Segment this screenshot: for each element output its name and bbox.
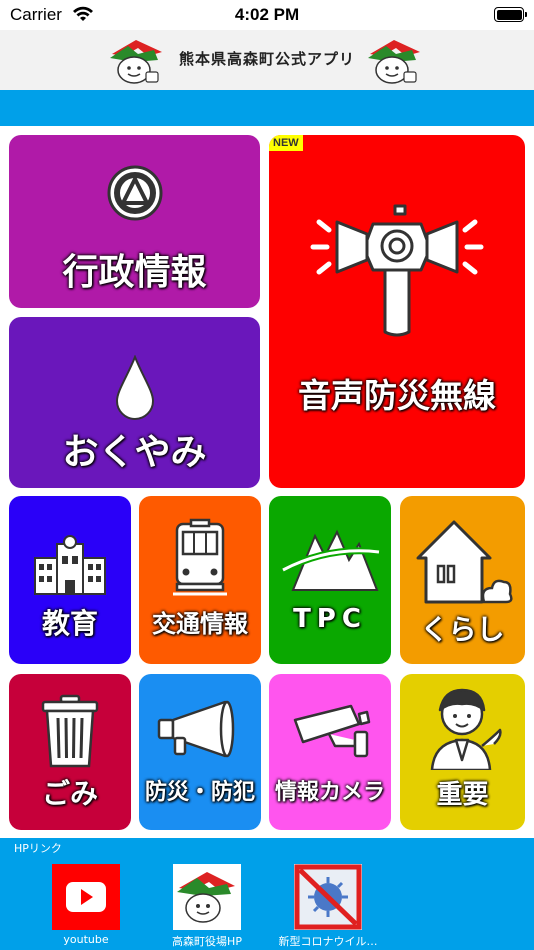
app-title: 熊本県高森町公式アプリ [178, 50, 355, 68]
link-youtube[interactable]: youtube [31, 862, 141, 948]
tile-kyoiku-label: 教育 [41, 607, 98, 640]
link-town-hall-hp[interactable]: 高森町役場HP [152, 862, 262, 948]
hp-links-title: HPリンク [14, 842, 62, 855]
tile-info-camera-label: 情報カメラ [274, 780, 385, 805]
tile-bosai-bohan[interactable]: 防災・防犯 [139, 674, 261, 830]
new-badge: NEW [269, 135, 303, 151]
tile-bosai-bohan-label: 防災・防犯 [144, 780, 255, 805]
tile-bosai-musen[interactable]: NEW 音声防災無線 [269, 135, 525, 488]
battery-icon [494, 7, 524, 22]
tile-tpc[interactable]: TPC [269, 496, 391, 664]
tile-tpc-label: TPC [293, 604, 367, 634]
link-covid-caption: 新型コロナウイル… [278, 935, 378, 948]
train-icon [173, 518, 227, 596]
tile-bosai-musen-label: 音声防災無線 [298, 376, 496, 415]
link-youtube-caption: youtube [63, 933, 109, 946]
tile-kotsu[interactable]: 交通情報 [139, 496, 261, 664]
tile-gyosei-label: 行政情報 [62, 252, 207, 293]
header-band [0, 90, 534, 126]
no-virus-icon [294, 864, 362, 930]
tile-kurashi-label: くらし [420, 613, 505, 646]
mascot-link-icon [173, 864, 241, 930]
mascot-logo-right [368, 40, 420, 84]
teardrop-icon [115, 355, 155, 420]
megaphone-icon [157, 700, 235, 758]
youtube-icon [52, 864, 120, 930]
tile-kurashi[interactable]: くらし [400, 496, 525, 664]
tile-okuyami-label: おくやみ [62, 432, 207, 473]
tile-info-camera[interactable]: 情報カメラ [269, 674, 391, 830]
app-header: 熊本県高森町公式アプリ [0, 30, 534, 90]
tile-kotsu-label: 交通情報 [152, 610, 248, 638]
tile-gomi[interactable]: ごみ [9, 674, 131, 830]
staff-person-icon [430, 688, 502, 770]
trash-bin-icon [41, 694, 99, 768]
tile-gyosei-info[interactable]: 行政情報 [9, 135, 260, 308]
town-emblem-icon [107, 165, 163, 221]
clock: 4:02 PM [234, 5, 300, 24]
tile-juyo-label: 重要 [436, 780, 489, 810]
loudspeaker-icon [310, 204, 484, 337]
hp-links-footer: HPリンク youtube 高森町役場HP 新型コロナウイル… [0, 838, 534, 950]
security-camera-icon [293, 704, 371, 758]
mountain-logo-icon [281, 529, 380, 591]
link-covid-info[interactable]: 新型コロナウイル… [273, 862, 383, 948]
school-icon [34, 535, 106, 595]
house-icon [416, 520, 513, 604]
tile-juyo[interactable]: 重要 [400, 674, 525, 830]
status-bar: Carrier 4:02 PM [0, 0, 534, 30]
tile-gomi-label: ごみ [41, 777, 98, 810]
tile-okuyami[interactable]: おくやみ [9, 317, 260, 488]
tile-kyoiku[interactable]: 教育 [9, 496, 131, 664]
link-town-hall-caption: 高森町役場HP [172, 935, 242, 948]
